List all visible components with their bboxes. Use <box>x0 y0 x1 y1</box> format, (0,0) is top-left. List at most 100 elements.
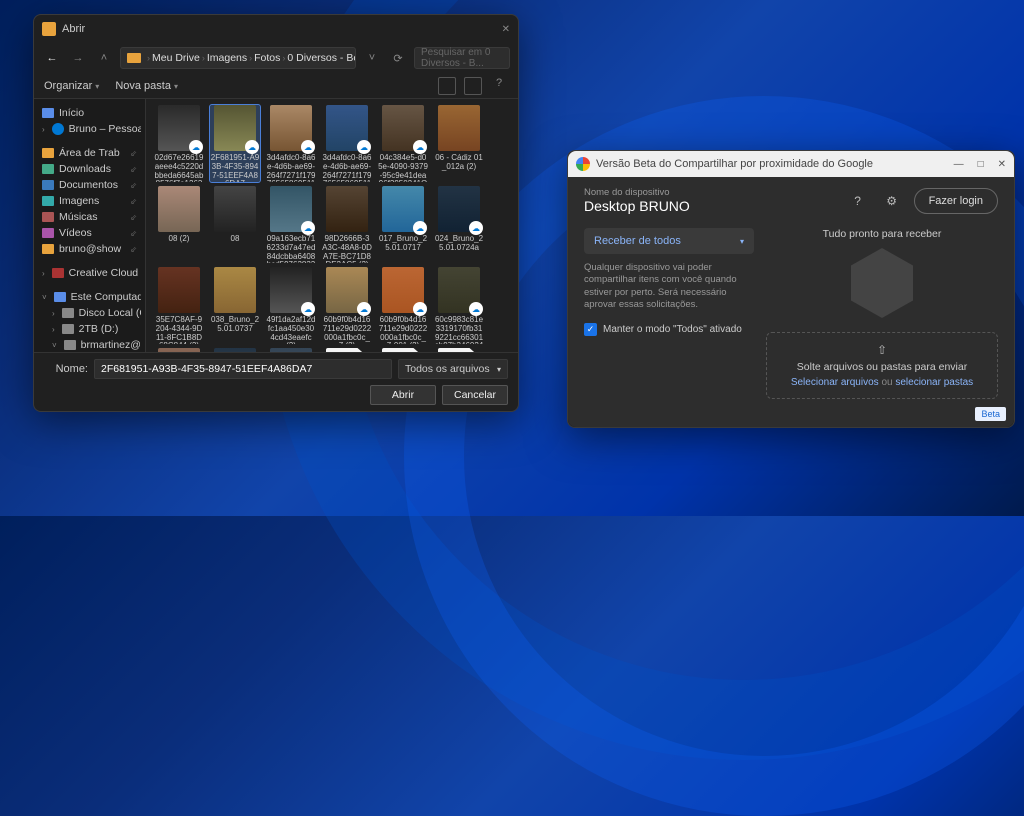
crumb-fotos[interactable]: Fotos <box>254 52 280 64</box>
file-caption: 3d4afdc0-8a6e-4d6b-ae69-264f7271f1797656… <box>322 154 372 182</box>
file-thumbnail[interactable]: ☁60b9f0b4d16711e29d0222000a1fbc0c_7 (2) <box>322 267 372 344</box>
drop-zone[interactable]: ⇧ Solte arquivos ou pastas para enviar S… <box>766 332 998 399</box>
sidebar-this-pc[interactable]: ˅Este Computado <box>38 289 141 305</box>
cloud-icon: ☁ <box>413 140 427 154</box>
search-input[interactable]: Pesquisar em 0 Diversos - B... <box>414 47 510 69</box>
window-title: Abrir <box>62 23 502 35</box>
file-thumbnail[interactable]: ☁02d67e26619aeee4c5220dbbeda6645ab8576f7… <box>154 105 204 182</box>
minimize-button[interactable]: — <box>954 159 964 170</box>
sidebar-item[interactable]: Vídeos⇙ <box>38 225 141 241</box>
sidebar-item[interactable]: Downloads⇙ <box>38 161 141 177</box>
crumb-meu-drive[interactable]: Meu Drive <box>152 52 200 64</box>
maximize-button[interactable]: □ <box>978 159 984 170</box>
file-thumbnail[interactable]: 74DB7A5D-0E25-466B-8AB5-8D5BD895F5E5 (2) <box>210 348 260 352</box>
dropdown-icon[interactable]: ˅ <box>362 48 382 68</box>
help-icon[interactable]: ? <box>846 189 870 213</box>
file-thumbnail[interactable]: 35E7C8AF-9204-4344-9D11-8FC1B8D68C844 (2… <box>154 267 204 344</box>
sidebar-creative-cloud[interactable]: ›Creative Cloud F <box>38 265 141 281</box>
view-list-button[interactable] <box>464 77 482 95</box>
open-button[interactable]: Abrir <box>370 385 436 405</box>
file-thumbnail[interactable]: ☁09a163ecb716233d7a47ed84dcbba6408bcd597… <box>266 186 316 263</box>
cloud-icon: ☁ <box>413 302 427 316</box>
file-caption: 017_Bruno_25.01.0717 <box>378 235 428 253</box>
google-icon <box>576 157 590 171</box>
cloud-icon: ☁ <box>357 140 371 154</box>
sidebar-drive[interactable]: ›Disco Local (C: <box>48 305 141 321</box>
forward-button[interactable]: → <box>68 48 88 68</box>
close-icon[interactable]: ✕ <box>502 24 510 35</box>
file-caption: 06 - Cádiz 01_012a (2) <box>434 154 484 172</box>
sidebar-item-label: Disco Local (C: <box>79 307 141 319</box>
file-thumbnail[interactable]: ☁017_Bruno_25.01.0717 <box>378 186 428 263</box>
crumb-imagens[interactable]: Imagens <box>207 52 247 64</box>
refresh-button[interactable]: ⟳ <box>388 48 408 68</box>
file-thumbnail[interactable]: 038_Bruno_25.01.0737 <box>210 267 260 344</box>
crumb-diversos[interactable]: 0 Diversos - Best Shots <box>287 52 356 64</box>
filename-input[interactable] <box>94 359 392 379</box>
file-caption: 08 <box>210 235 260 244</box>
sidebar-drive[interactable]: ˅brmartinez@g <box>48 337 141 352</box>
cloud-icon: ☁ <box>413 221 427 235</box>
sidebar-item-label: Início <box>59 107 84 119</box>
sidebar-item-label: Vídeos <box>59 227 92 239</box>
gear-icon[interactable]: ⚙ <box>880 189 904 213</box>
help-button[interactable]: ? <box>490 77 508 95</box>
close-button[interactable]: ✕ <box>998 159 1006 170</box>
up-button[interactable]: ˄ <box>94 48 114 68</box>
checkbox-icon: ✓ <box>584 323 597 336</box>
sidebar-item-label: 2TB (D:) <box>79 323 119 335</box>
sidebar-item[interactable]: Imagens⇙ <box>38 193 141 209</box>
file-caption: 024_Bruno_25.01.0724a <box>434 235 484 253</box>
sidebar-item-label: Músicas <box>59 211 98 223</box>
file-thumbnail[interactable]: ☁2F681951-A93B-4F35-8947-51EEF4A86DA7 <box>210 105 260 182</box>
beta-badge: Beta <box>975 407 1006 421</box>
file-thumbnail[interactable]: 08 (2) <box>154 186 204 263</box>
file-thumbnail[interactable]: 78CC7C52-EB85-42B4-9586-B1D7A42ACD8D (2) <box>266 348 316 352</box>
file-thumbnail[interactable]: ☁61aa4b02569ef8019f3f3c54443cf545e0713fa… <box>154 348 204 352</box>
breadcrumb[interactable]: › Meu Drive › Imagens › Fotos › 0 Divers… <box>120 47 356 69</box>
file-thumbnail[interactable]: 08 <box>210 186 260 263</box>
dialog-footer: Nome: Todos os arquivos▾ Abrir Cancelar <box>34 352 518 411</box>
file-thumbnail[interactable]: ☁60b9f0b4d16711e29d0222000a1fbc0c_7-001 … <box>378 267 428 344</box>
file-thumbnail[interactable]: ☁49f1da2af12dfc1aa450e304cd43eaefc (2) <box>266 267 316 344</box>
select-files-link[interactable]: Selecionar arquivos <box>791 377 879 388</box>
hexagon-icon <box>851 248 913 318</box>
back-button[interactable]: ← <box>42 48 62 68</box>
filter-select[interactable]: Todos os arquivos▾ <box>398 359 508 379</box>
sidebar-item-label: Este Computado <box>71 291 141 303</box>
file-caption: 35E7C8AF-9204-4344-9D11-8FC1B8D68C844 (2… <box>154 316 204 344</box>
file-thumbnail[interactable]: ☁3d4afdc0-8a6e-4d6b-ae69-264f7271f179765… <box>322 105 372 182</box>
titlebar: Versão Beta do Compartilhar por proximid… <box>568 151 1014 177</box>
sidebar-item[interactable]: Músicas⇙ <box>38 209 141 225</box>
cancel-button[interactable]: Cancelar <box>442 385 508 405</box>
sidebar-item-label: Downloads <box>59 163 111 175</box>
sidebar-item[interactable]: Área de Trab⇙ <box>38 145 141 161</box>
file-caption: 49f1da2af12dfc1aa450e304cd43eaefc (2) <box>266 316 316 344</box>
file-caption: 2F681951-A93B-4F35-8947-51EEF4A86DA7 <box>210 154 260 182</box>
sidebar-onedrive[interactable]: ›Bruno – Pessoal <box>38 121 141 137</box>
keep-all-checkbox[interactable]: ✓ Manter o modo "Todos" ativado <box>584 323 754 336</box>
organize-menu[interactable]: Organizar <box>44 80 99 92</box>
new-folder-menu[interactable]: Nova pasta <box>115 80 178 92</box>
cloud-icon: ☁ <box>301 302 315 316</box>
file-thumbnail[interactable]: ☁024_Bruno_25.01.0724a <box>434 186 484 263</box>
sidebar-item-label: Área de Trab <box>59 147 120 159</box>
file-thumbnail[interactable]: 98D2666B-3A3C-48A8-0DA7E-BC71D8DE2AC5 (2… <box>322 186 372 263</box>
login-button[interactable]: Fazer login <box>914 188 998 214</box>
sidebar-item[interactable]: bruno@show⇙ <box>38 241 141 257</box>
nav-row: ← → ˄ › Meu Drive › Imagens › Fotos › 0 … <box>34 43 518 73</box>
file-thumbnail[interactable]: ☁60c9983c81e3319170fb319221cc66301cb97b3… <box>434 267 484 344</box>
file-thumbnail[interactable]: ☁04c384e5-d05e-4090-9379-95c9e41dea96f39… <box>378 105 428 182</box>
file-caption: 02d67e26619aeee4c5220dbbeda6645ab8576f7a… <box>154 154 204 182</box>
sidebar-drive[interactable]: ›2TB (D:) <box>48 321 141 337</box>
file-caption: 038_Bruno_25.01.0737 <box>210 316 260 334</box>
sidebar-item[interactable]: Documentos⇙ <box>38 177 141 193</box>
file-thumbnail[interactable]: 06 - Cádiz 01_012a (2) <box>434 105 484 182</box>
sidebar-home[interactable]: Início <box>38 105 141 121</box>
file-thumbnail[interactable]: ☁3d4afdc0-8a6e-4d6b-ae69-264f7271f179765… <box>266 105 316 182</box>
folder-icon <box>127 53 141 63</box>
ready-label: Tudo pronto para receber <box>823 228 942 240</box>
select-folders-link[interactable]: selecionar pastas <box>895 377 973 388</box>
receive-from-select[interactable]: Receber de todos▾ <box>584 228 754 254</box>
view-icons-button[interactable] <box>438 77 456 95</box>
